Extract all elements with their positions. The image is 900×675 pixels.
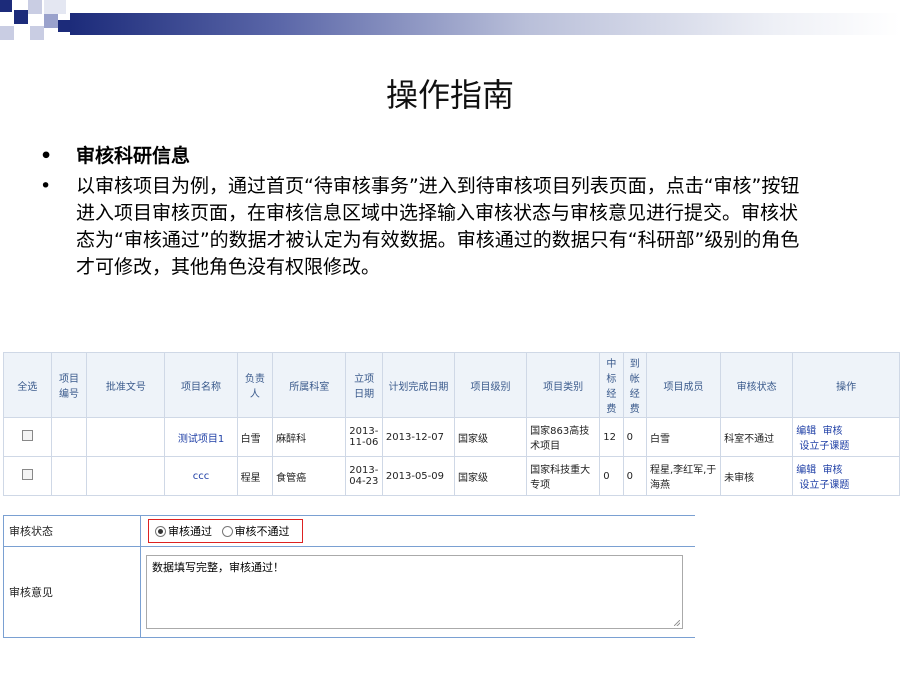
- project-name-link[interactable]: ccc: [193, 471, 210, 482]
- column-header: 立项日期: [345, 352, 383, 418]
- row-checkbox-cell: [3, 417, 52, 457]
- table-row: 测试项目1 白雪 麻醉科 2013-11-06 2013-12-07 国家级 国…: [3, 417, 900, 457]
- review-link[interactable]: 审核: [823, 426, 843, 437]
- edit-link[interactable]: 编辑: [796, 465, 816, 476]
- slide-title: 操作指南: [385, 76, 514, 114]
- radio-reject[interactable]: [221, 525, 233, 537]
- cell-leader: 程星: [236, 456, 274, 496]
- cell-approval: [86, 417, 166, 457]
- row-checkbox[interactable]: [21, 430, 33, 441]
- bullet-item: • 审核科研信息: [40, 143, 800, 170]
- cell-members: 程星,李红军,于海燕: [645, 456, 722, 496]
- column-header: 所属科室: [272, 352, 347, 418]
- deco-square: [44, 14, 58, 28]
- column-header: 到帐经费: [622, 352, 647, 418]
- cell-category: 国家863高技术项目: [526, 417, 601, 457]
- review-form: 审核状态 审核通过 审核不通过 审核意见 数据填写完整，审核通过！: [3, 515, 695, 638]
- cell-level: 国家级: [453, 456, 528, 496]
- bullet-item: • 以审核项目为例，通过首页“待审核事务”进入到待审核项目列表页面，点击“审核”…: [40, 173, 800, 281]
- deco-square: [30, 26, 44, 40]
- cell-start-date: 2013-04-23: [345, 456, 383, 496]
- cell-approval: [86, 456, 166, 496]
- column-header: 审核状态: [720, 352, 794, 418]
- column-header: 计划完成日期: [381, 352, 456, 418]
- edit-link[interactable]: 编辑: [796, 426, 816, 437]
- header-gradient-bar: [70, 13, 900, 35]
- cell-start-date: 2013-11-06: [345, 417, 383, 457]
- bullet-text: 以审核项目为例，通过首页“待审核事务”进入到待审核项目列表页面，点击“审核”按钮…: [76, 175, 800, 278]
- cell-actions: 编辑 审核 设立子课题: [792, 456, 900, 496]
- bullet-list: • 审核科研信息 • 以审核项目为例，通过首页“待审核事务”进入到待审核项目列表…: [40, 143, 800, 284]
- cell-status: 未审核: [720, 456, 794, 496]
- row-checkbox-cell: [3, 456, 52, 496]
- cell-category: 国家科技重大专项: [526, 456, 601, 496]
- review-opinion-label: 审核意见: [3, 546, 141, 638]
- table-header-row: 全选 项目编号 批准文号 项目名称 负责人 所属科室 立项日期 计划完成日期 项…: [3, 352, 900, 418]
- column-header: 操作: [792, 352, 900, 418]
- column-header: 项目级别: [453, 352, 528, 418]
- cell-received-fund: 0: [622, 456, 647, 496]
- table-row: ccc 程星 食管癌 2013-04-23 2013-05-09 国家级 国家科…: [3, 456, 900, 496]
- review-opinion-text: 数据填写完整，审核通过！: [152, 561, 284, 574]
- bullet-text: 审核科研信息: [76, 145, 191, 167]
- deco-square: [0, 26, 14, 40]
- radio-approve-label[interactable]: 审核通过: [168, 525, 212, 538]
- cell-members: 白雪: [645, 417, 722, 457]
- cell-dept: 食管癌: [272, 456, 347, 496]
- radio-approve[interactable]: [155, 525, 166, 537]
- cell-name: ccc: [164, 456, 238, 496]
- cell-bid-fund: 12: [599, 417, 624, 457]
- deco-square: [44, 0, 66, 14]
- deco-square: [28, 0, 42, 14]
- review-status-label: 审核状态: [3, 515, 141, 547]
- create-subtopic-link[interactable]: 设立子课题: [799, 480, 849, 491]
- project-name-link[interactable]: 测试项目1: [178, 434, 224, 445]
- cell-dept: 麻醉科: [272, 417, 347, 457]
- review-status-radio-group: 审核通过 审核不通过: [148, 519, 303, 543]
- deco-square: [14, 10, 28, 24]
- cell-number: [50, 417, 88, 457]
- resize-grip-icon[interactable]: [674, 620, 680, 626]
- column-header: 项目成员: [645, 352, 722, 418]
- review-status-row: 审核状态 审核通过 审核不通过: [3, 515, 695, 547]
- cell-number: [50, 456, 88, 496]
- column-header-select-all[interactable]: 全选: [3, 352, 52, 418]
- cell-actions: 编辑 审核 设立子课题: [792, 417, 900, 457]
- header-decoration: [0, 0, 900, 40]
- review-link[interactable]: 审核: [823, 465, 843, 476]
- row-checkbox[interactable]: [21, 469, 33, 480]
- column-header: 项目编号: [50, 352, 88, 418]
- cell-level: 国家级: [453, 417, 528, 457]
- bullet-glyph: •: [40, 175, 52, 197]
- radio-reject-label[interactable]: 审核不通过: [235, 525, 290, 538]
- column-header: 项目名称: [164, 352, 238, 418]
- column-header: 项目类别: [526, 352, 601, 418]
- review-opinion-row: 审核意见 数据填写完整，审核通过！: [3, 546, 695, 638]
- cell-received-fund: 0: [622, 417, 647, 457]
- review-opinion-textarea[interactable]: 数据填写完整，审核通过！: [146, 555, 683, 629]
- bullet-glyph: •: [40, 145, 53, 167]
- column-header: 批准文号: [86, 352, 166, 418]
- column-header: 负责人: [236, 352, 274, 418]
- review-status-options: 审核通过 审核不通过: [140, 515, 695, 547]
- deco-square: [58, 20, 70, 32]
- column-header: 中标经费: [599, 352, 624, 418]
- deco-square: [0, 0, 12, 12]
- project-table: 全选 项目编号 批准文号 项目名称 负责人 所属科室 立项日期 计划完成日期 项…: [3, 352, 900, 496]
- create-subtopic-link[interactable]: 设立子课题: [799, 441, 849, 452]
- cell-bid-fund: 0: [599, 456, 624, 496]
- cell-status: 科室不通过: [720, 417, 794, 457]
- cell-leader: 白雪: [236, 417, 274, 457]
- cell-plan-date: 2013-12-07: [381, 417, 456, 457]
- review-opinion-cell: 数据填写完整，审核通过！: [140, 546, 695, 638]
- cell-plan-date: 2013-05-09: [381, 456, 456, 496]
- cell-name: 测试项目1: [164, 417, 238, 457]
